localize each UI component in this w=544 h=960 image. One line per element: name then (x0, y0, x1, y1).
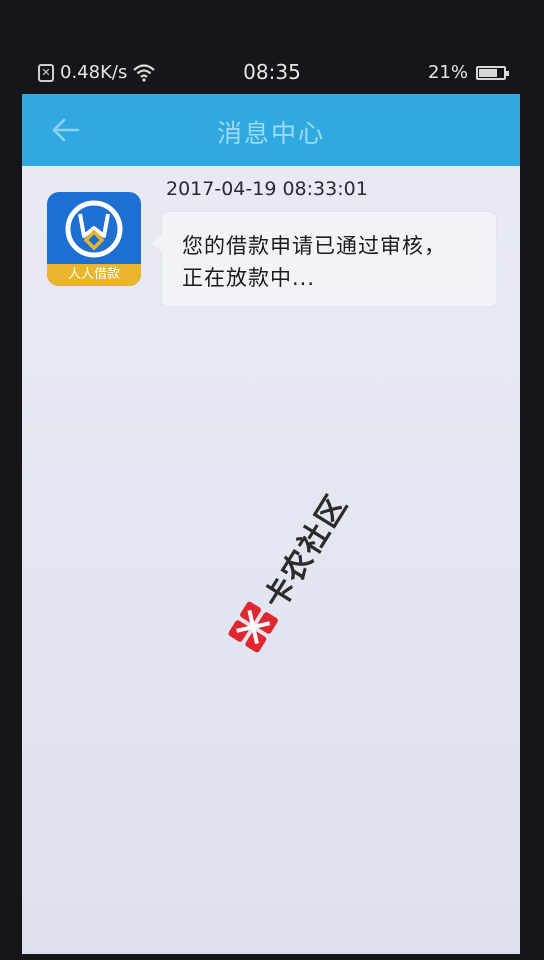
app-icon-label: 人人借款 (47, 264, 141, 286)
battery-percent: 21% (427, 62, 468, 83)
nav-bar: 消息中心 (22, 94, 520, 166)
battery-icon (476, 65, 509, 80)
message-timestamp: 2017-04-19 08:33:01 (166, 178, 368, 200)
message-text: 您的借款申请已通过审核， 正在放款中... (182, 230, 482, 294)
app-logo-icon[interactable]: 人人借款 (47, 192, 141, 286)
app-screen: 消息中心 2017-04-19 08:33:01 人人借款 您的借款申请已通过审… (22, 94, 520, 954)
watermark-text: 卡农社区 (257, 488, 356, 616)
message-line-1: 您的借款申请已通过审核， (182, 234, 446, 258)
status-bar: ✕ 0.48K/s 08:35 21% (22, 56, 522, 92)
app-emblem-icon (65, 200, 123, 258)
phone-photo-frame: ✕ 0.48K/s 08:35 21% 消息中心 2017-04-19 08:3… (0, 0, 544, 960)
watermark: 卡农社区 (168, 466, 397, 692)
page-title: 消息中心 (216, 119, 325, 148)
message-bubble[interactable]: 您的借款申请已通过审核， 正在放款中... (152, 212, 496, 306)
battery-level-fill (479, 68, 498, 77)
message-line-2: 正在放款中... (182, 266, 316, 290)
status-right: 21% (427, 62, 509, 83)
